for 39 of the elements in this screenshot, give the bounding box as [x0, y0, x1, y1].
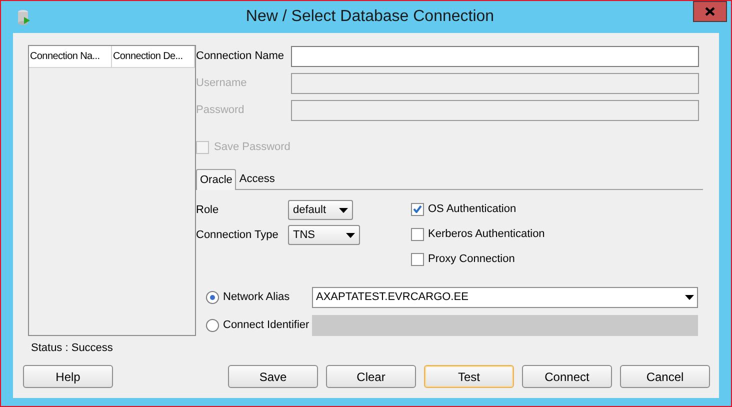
checkbox-label: Proxy Connection	[428, 252, 515, 267]
tab[interactable]: Oracle	[196, 169, 236, 190]
column-header[interactable]: Connection Na...	[29, 46, 112, 67]
close-button[interactable]	[693, 1, 727, 22]
field-label: Connection Type	[196, 228, 280, 243]
dropdown[interactable]: AXAPTATEST.EVRCARGO.EE	[312, 287, 698, 308]
field-label: Role	[196, 202, 220, 218]
dialog-button[interactable]: Clear	[326, 365, 416, 388]
check-icon	[413, 205, 422, 213]
dialog-button[interactable]: Help	[23, 365, 113, 388]
checkbox[interactable]	[411, 202, 424, 216]
radio-label: Connect Identifier	[223, 318, 310, 334]
checkbox-label: Kerberos Authentication	[428, 226, 545, 242]
checkbox[interactable]	[411, 252, 424, 266]
checkbox-label: Save Password	[214, 140, 290, 155]
dialog-button[interactable]: Test	[424, 365, 514, 388]
column-header[interactable]: Connection De...	[112, 46, 195, 67]
checkbox-label: OS Authentication	[428, 202, 516, 217]
radio-button[interactable]	[206, 319, 219, 332]
field-label: Username	[196, 76, 248, 92]
radio-label: Network Alias	[223, 290, 291, 306]
tab[interactable]: Access	[236, 169, 278, 189]
caret-icon	[685, 295, 694, 300]
dialog-button[interactable]: Cancel	[620, 365, 710, 388]
radio-button[interactable]	[206, 291, 219, 304]
status-text: Status : Success	[31, 341, 114, 356]
dialog-button[interactable]: Save	[228, 365, 318, 388]
window-title: New / Select Database Connection	[244, 7, 496, 27]
close-icon	[705, 7, 715, 16]
text-field[interactable]	[291, 46, 699, 67]
field-label: Connection Name	[196, 49, 286, 64]
dialog-button[interactable]: Connect	[522, 365, 612, 388]
dropdown[interactable]: TNS	[288, 225, 360, 245]
caret-icon	[339, 208, 348, 212]
database-icon	[17, 9, 31, 25]
dropdown[interactable]: default	[288, 200, 353, 220]
caret-icon	[346, 232, 355, 238]
field-label: Password	[196, 103, 246, 118]
checkbox[interactable]	[411, 228, 424, 240]
